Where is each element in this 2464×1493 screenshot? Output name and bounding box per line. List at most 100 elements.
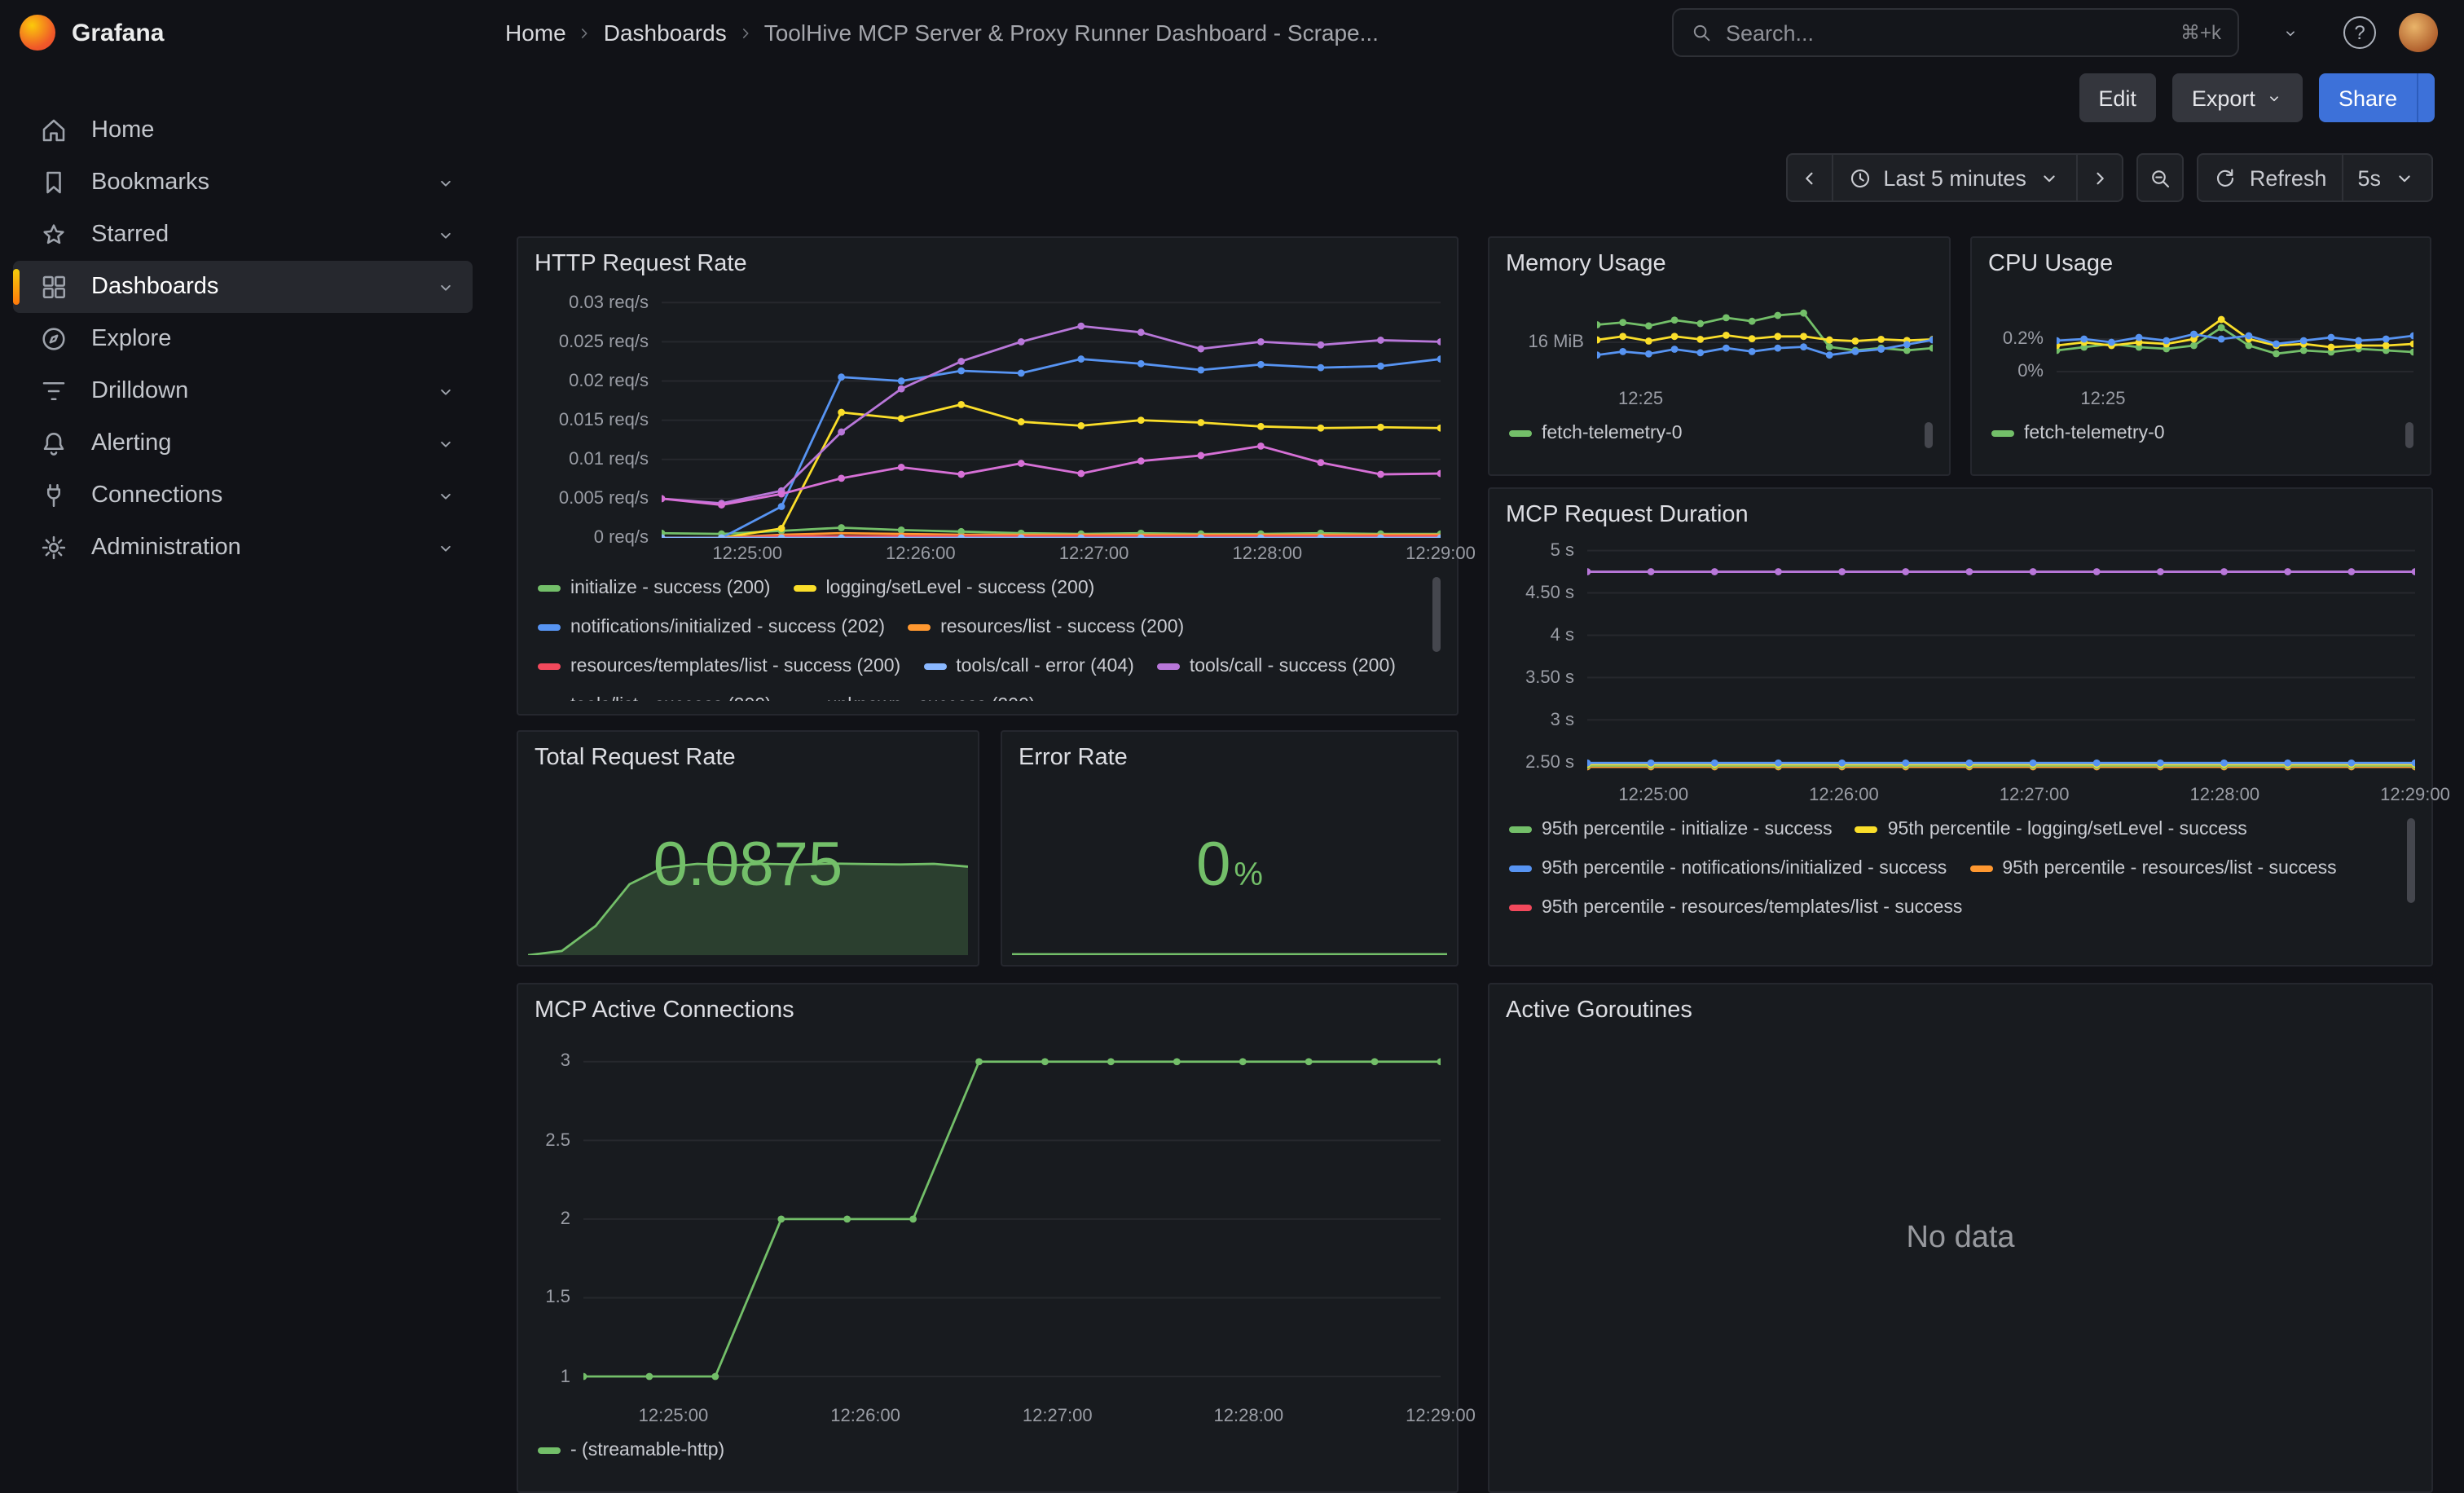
- legend-item[interactable]: initialize - success (200): [538, 574, 770, 603]
- chevron-down-icon[interactable]: [435, 433, 456, 454]
- panel-title[interactable]: MCP Request Duration: [1506, 502, 2415, 528]
- http-request-rate-chart[interactable]: 0.03 req/s0.025 req/s0.02 req/s0.015 req…: [535, 287, 1441, 567]
- plot-area[interactable]: [528, 851, 968, 955]
- plot-area[interactable]: [583, 1033, 1441, 1400]
- plot-area[interactable]: [662, 287, 1441, 538]
- sidebar-item-alerting[interactable]: Alerting: [13, 417, 473, 469]
- legend-item[interactable]: tools/list - success (200): [538, 691, 772, 701]
- search-icon: [1690, 21, 1713, 44]
- time-controls: Last 5 minutes Refresh 5s: [1785, 153, 2433, 202]
- panel-cpu-usage: CPU Usage 0.2%0% 12:25 fetch-telemetry-0: [1970, 236, 2431, 476]
- y-tick-label: 1.5: [545, 1288, 570, 1307]
- chart-canvas[interactable]: [662, 287, 1441, 538]
- legend-item[interactable]: resources/list - success (200): [908, 613, 1184, 642]
- legend-item[interactable]: logging/setLevel - success (200): [793, 574, 1094, 603]
- legend-item[interactable]: 95th percentile - notifications/initiali…: [1509, 854, 1947, 883]
- panel-title[interactable]: Total Request Rate: [535, 745, 961, 771]
- sidebar-item-connections[interactable]: Connections: [13, 469, 473, 522]
- mcp-request-duration-chart[interactable]: 5 s4.50 s4 s3.50 s3 s2.50 s 12:25:0012:2…: [1506, 538, 2415, 808]
- memory-usage-chart[interactable]: 16 MiB 12:25: [1506, 287, 1933, 412]
- search-input[interactable]: Search... ⌘+k: [1672, 8, 2239, 57]
- legend-item[interactable]: resources/templates/list - success (200): [538, 652, 900, 681]
- legend-scrollbar[interactable]: [2407, 818, 2415, 903]
- chevron-down-icon[interactable]: [435, 172, 456, 193]
- favorite-star-button[interactable]: [2017, 75, 2062, 121]
- legend-item[interactable]: 95th percentile - initialize - success: [1509, 815, 1833, 844]
- zoom-out-button[interactable]: [2137, 153, 2185, 202]
- legend-item[interactable]: unknown - success (200): [794, 691, 1036, 701]
- chart-canvas[interactable]: [1012, 913, 1447, 955]
- chevron-down-icon[interactable]: [435, 485, 456, 506]
- sidebar-item-dashboards[interactable]: Dashboards: [13, 261, 473, 313]
- legend-scrollbar[interactable]: [1432, 577, 1441, 652]
- export-button[interactable]: Export: [2172, 73, 2303, 122]
- legend-item[interactable]: notifications/initialized - success (202…: [538, 613, 885, 642]
- chart-canvas[interactable]: [1587, 538, 2415, 779]
- legend-item[interactable]: tools/call - error (404): [923, 652, 1134, 681]
- plot-area[interactable]: [1587, 538, 2415, 779]
- help-button[interactable]: ?: [2337, 10, 2383, 55]
- drilldown-icon: [39, 377, 72, 406]
- refresh-button[interactable]: Refresh: [2198, 153, 2343, 202]
- panel-title[interactable]: Error Rate: [1019, 745, 1441, 771]
- chevron-down-icon[interactable]: [435, 537, 456, 558]
- legend-item[interactable]: 95th percentile - resources/list - succe…: [1969, 854, 2336, 883]
- avatar[interactable]: [2399, 13, 2438, 52]
- panel-http-request-rate: HTTP Request Rate 0.03 req/s0.025 req/s0…: [517, 236, 1459, 716]
- sidebar-item-administration[interactable]: Administration: [13, 522, 473, 574]
- grafana-app: Grafana HomeDashboardsToolHive MCP Serve…: [0, 0, 2464, 1493]
- legend-item[interactable]: 95th percentile - resources/templates/li…: [1509, 893, 1962, 923]
- mcp-active-connections-chart[interactable]: 32.521.51 12:25:0012:26:0012:27:0012:28:…: [535, 1033, 1441, 1429]
- edit-label: Edit: [2098, 86, 2136, 110]
- sidebar-item-drilldown[interactable]: Drilldown: [13, 365, 473, 417]
- panel-title[interactable]: Memory Usage: [1506, 251, 1933, 277]
- plot-area[interactable]: [1597, 287, 1933, 383]
- edit-button[interactable]: Edit: [2079, 73, 2156, 122]
- sidebar-item-explore[interactable]: Explore: [13, 313, 473, 365]
- panel-title[interactable]: HTTP Request Rate: [535, 251, 1441, 277]
- breadcrumb-item[interactable]: Home: [505, 20, 566, 46]
- y-tick-label: 0.03 req/s: [569, 293, 649, 312]
- sidebar-item-starred[interactable]: Starred: [13, 209, 473, 261]
- breadcrumb-item[interactable]: Dashboards: [604, 20, 727, 46]
- chart-canvas[interactable]: [583, 1033, 1441, 1400]
- legend-scrollbar[interactable]: [2405, 422, 2413, 448]
- total-request-rate-sparkline[interactable]: [528, 851, 968, 955]
- legend-label: 95th percentile - logging/setLevel - suc…: [1888, 820, 2247, 839]
- legend-item[interactable]: fetch-telemetry-0: [1509, 419, 1683, 448]
- explore-icon: [39, 324, 72, 354]
- panel-title[interactable]: MCP Active Connections: [535, 998, 1441, 1024]
- legend-item[interactable]: 95th percentile - logging/setLevel - suc…: [1855, 815, 2247, 844]
- share-menu-button[interactable]: [2417, 73, 2435, 122]
- panel-error-rate: Error Rate 0 %: [1001, 730, 1459, 967]
- sidebar-toggle-icon[interactable]: [443, 10, 489, 55]
- chevron-down-icon[interactable]: [435, 276, 456, 297]
- y-axis: 0.03 req/s0.025 req/s0.02 req/s0.015 req…: [535, 287, 662, 538]
- add-button[interactable]: [2255, 10, 2321, 55]
- chevron-down-icon[interactable]: [435, 224, 456, 245]
- legend-item[interactable]: fetch-telemetry-0: [1991, 419, 2165, 448]
- share-button[interactable]: Share: [2319, 73, 2417, 122]
- plot-area[interactable]: [1012, 913, 1447, 955]
- x-axis: 12:25:0012:26:0012:27:0012:28:0012:29:00: [1587, 779, 2415, 808]
- legend-scrollbar[interactable]: [1925, 422, 1933, 448]
- chart-canvas[interactable]: [1597, 287, 1933, 383]
- sidebar-item-home[interactable]: Home: [13, 104, 473, 156]
- panel-title[interactable]: CPU Usage: [1988, 251, 2413, 277]
- time-forward-button[interactable]: [2079, 153, 2124, 202]
- chart-canvas[interactable]: [528, 851, 968, 955]
- error-rate-sparkline[interactable]: [1012, 913, 1447, 955]
- plot-area[interactable]: [2057, 287, 2413, 383]
- cpu-usage-chart[interactable]: 0.2%0% 12:25: [1988, 287, 2413, 412]
- sidebar-item-bookmarks[interactable]: Bookmarks: [13, 156, 473, 209]
- chevron-down-icon[interactable]: [435, 381, 456, 402]
- legend-item[interactable]: - (streamable-http): [538, 1436, 724, 1465]
- sidebar-item-label: Bookmarks: [91, 170, 435, 196]
- grafana-logo[interactable]: [20, 15, 55, 51]
- legend-item[interactable]: tools/call - success (200): [1157, 652, 1396, 681]
- chart-canvas[interactable]: [2057, 287, 2413, 383]
- y-axis: 16 MiB: [1506, 287, 1597, 383]
- time-range-picker[interactable]: Last 5 minutes: [1833, 153, 2079, 202]
- time-back-button[interactable]: [1785, 153, 1833, 202]
- refresh-interval-picker[interactable]: 5s: [2343, 153, 2433, 202]
